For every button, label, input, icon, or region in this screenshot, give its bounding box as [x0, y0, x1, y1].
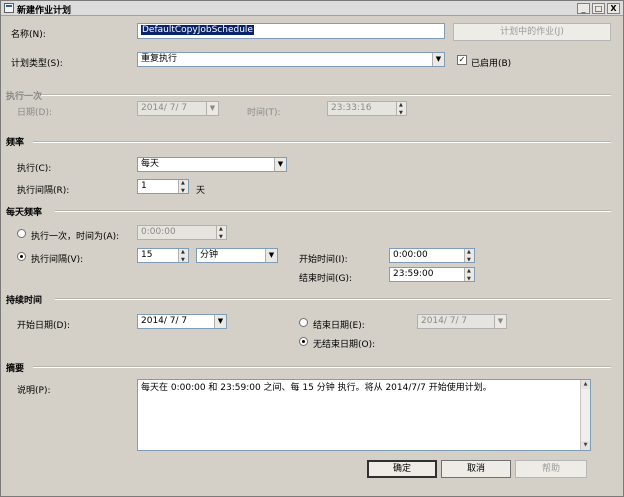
spinner-arrows-icon[interactable] [396, 102, 406, 115]
recurs-every-label: 执行间隔(R): [17, 186, 70, 196]
ending-at-label: 结束时间(G): [299, 274, 353, 284]
occurs-every-unit-select[interactable]: 分钟 ▼ [196, 248, 278, 263]
one-time-date-label: 日期(D): [17, 108, 52, 118]
one-time-time-label: 时间(T): [247, 108, 281, 118]
description-textarea[interactable]: 每天在 0:00:00 和 23:59:00 之间、每 15 分钟 执行。将从 … [137, 379, 591, 451]
end-date-radio[interactable] [299, 318, 308, 327]
cancel-button[interactable]: 取消 [441, 460, 511, 478]
description-scrollbar[interactable]: ▲ ▼ [580, 380, 590, 450]
summary-heading: 摘要 [6, 364, 25, 374]
scroll-up-icon[interactable]: ▲ [581, 380, 590, 389]
description-label: 说明(P): [17, 386, 51, 396]
one-time-date-picker[interactable]: 2014/ 7/ 7 ▼ [137, 101, 219, 116]
schedule-type-value: 重复执行 [141, 54, 178, 64]
close-button[interactable]: X [607, 3, 620, 14]
chevron-down-icon: ▼ [265, 249, 277, 262]
scroll-down-icon[interactable]: ▼ [581, 441, 590, 450]
name-input[interactable]: DefaultCopyJobSchedule [137, 23, 445, 39]
spinner-arrows-icon[interactable] [178, 180, 188, 193]
window-title: 新建作业计划 [17, 6, 72, 16]
occurs-every-spinner[interactable]: 15 [137, 248, 189, 263]
no-end-date-radio[interactable] [299, 337, 308, 346]
occurs-value: 每天 [141, 159, 160, 169]
recurs-unit: 天 [196, 186, 206, 196]
ending-at-value: 23:59:00 [393, 269, 434, 279]
starting-at-label: 开始时间(I): [299, 255, 348, 265]
chevron-down-icon: ▼ [432, 53, 444, 66]
occurs-every-unit-value: 分钟 [200, 250, 219, 260]
frequency-heading: 频率 [6, 138, 25, 148]
schedule-type-label: 计划类型(S): [11, 59, 63, 69]
ending-at-spinner[interactable]: 23:59:00 [389, 267, 475, 282]
no-end-date-label: 无结束日期(O): [313, 340, 376, 350]
one-time-time-spinner[interactable]: 23:33:16 [327, 101, 407, 116]
start-date-picker[interactable]: 2014/ 7/ 7 ▼ [137, 314, 227, 329]
ok-button[interactable]: 确定 [367, 460, 437, 478]
occurs-label: 执行(C): [17, 164, 52, 174]
maximize-button[interactable]: □ [592, 3, 605, 14]
summary-divider [33, 366, 611, 368]
start-date-value: 2014/ 7/ 7 [141, 316, 188, 326]
spinner-arrows-icon[interactable] [216, 226, 226, 239]
occurs-once-label: 执行一次，时间为(A): [31, 232, 120, 242]
daily-frequency-divider [55, 210, 611, 212]
end-date-picker[interactable]: 2014/ 7/ 7 ▼ [417, 314, 507, 329]
chevron-down-icon: ▼ [206, 102, 218, 115]
occurs-select[interactable]: 每天 ▼ [137, 157, 287, 172]
minimize-button[interactable]: _ [577, 3, 590, 14]
frequency-divider [33, 141, 611, 143]
occurs-once-time-spinner[interactable]: 0:00:00 [137, 225, 227, 240]
check-icon: ✓ [458, 55, 466, 64]
jobs-in-schedule-button[interactable]: 计划中的作业(J) [453, 23, 611, 41]
window-icon [4, 3, 14, 13]
start-date-label: 开始日期(D): [17, 321, 70, 331]
chevron-down-icon: ▼ [214, 315, 226, 328]
end-date-value: 2014/ 7/ 7 [421, 316, 468, 326]
enabled-label: 已启用(B) [471, 59, 512, 69]
occurs-every-label: 执行间隔(V): [31, 255, 84, 265]
occurs-every-radio[interactable] [17, 252, 26, 261]
starting-at-spinner[interactable]: 0:00:00 [389, 248, 475, 263]
spinner-arrows-icon[interactable] [178, 249, 188, 262]
name-value: DefaultCopyJobSchedule [141, 25, 254, 35]
recurs-every-spinner[interactable]: 1 [137, 179, 189, 194]
chevron-down-icon: ▼ [274, 158, 286, 171]
one-time-date-value: 2014/ 7/ 7 [141, 103, 188, 113]
help-button[interactable]: 帮助 [515, 460, 587, 478]
one-time-time-value: 23:33:16 [331, 103, 372, 113]
starting-at-value: 0:00:00 [393, 250, 428, 260]
enabled-checkbox[interactable]: ✓ [457, 55, 467, 65]
new-job-schedule-dialog: 新建作业计划 _ □ X 名称(N): DefaultCopyJobSchedu… [0, 0, 624, 497]
daily-frequency-heading: 每天频率 [6, 208, 43, 218]
one-time-divider [41, 94, 611, 96]
description-value: 每天在 0:00:00 和 23:59:00 之间、每 15 分钟 执行。将从 … [141, 383, 492, 393]
title-bar: 新建作业计划 _ □ X [1, 1, 623, 16]
one-time-heading: 执行一次 [6, 92, 43, 102]
end-date-label: 结束日期(E): [313, 321, 365, 331]
spinner-arrows-icon[interactable] [464, 268, 474, 281]
spinner-arrows-icon[interactable] [464, 249, 474, 262]
occurs-every-value: 15 [141, 250, 153, 260]
recurs-every-value: 1 [141, 181, 147, 191]
chevron-down-icon: ▼ [494, 315, 506, 328]
schedule-type-select[interactable]: 重复执行 ▼ [137, 52, 445, 67]
name-label: 名称(N): [11, 30, 46, 40]
occurs-once-time-value: 0:00:00 [141, 227, 176, 237]
occurs-once-radio[interactable] [17, 229, 26, 238]
duration-heading: 持续时间 [6, 296, 43, 306]
duration-divider [55, 298, 611, 300]
